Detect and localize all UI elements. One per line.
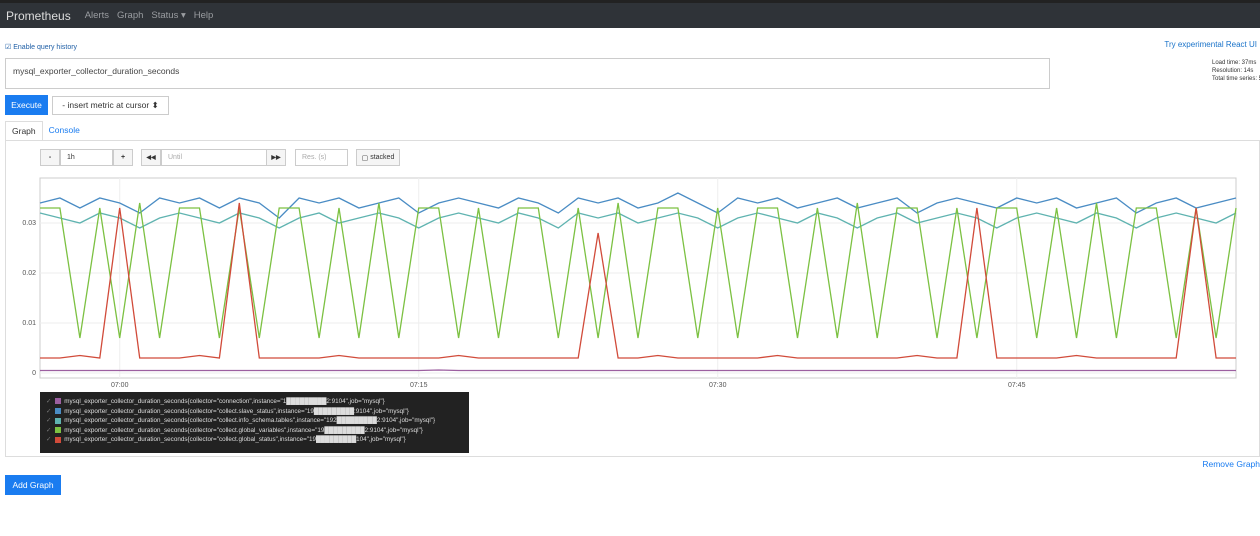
check-icon: ✓ — [46, 398, 52, 405]
nav-status[interactable]: Status ▾ — [151, 10, 185, 21]
legend-label: mysql_exporter_collector_duration_second… — [64, 398, 385, 405]
resolution-input[interactable]: Res. (s) — [295, 149, 348, 166]
y-tick-label: 0.03 — [22, 220, 36, 227]
react-ui-link[interactable]: Try experimental React UI — [1164, 40, 1257, 49]
series-swatch — [55, 436, 62, 443]
x-tick-label: 07:15 — [410, 382, 428, 389]
x-tick-label: 07:30 — [709, 382, 727, 389]
legend-item[interactable]: ✓ mysql_exporter_collector_duration_secon… — [46, 426, 463, 436]
range-increase-button[interactable]: + — [113, 149, 133, 166]
y-tick-label: 0 — [32, 370, 36, 377]
remove-graph-link[interactable]: Remove Graph — [1202, 459, 1260, 469]
check-icon: ✓ — [46, 426, 52, 434]
series-swatch — [55, 417, 62, 424]
enable-query-history[interactable]: ☑ Enable query history — [5, 43, 77, 51]
x-tick-label: 07:45 — [1008, 382, 1026, 389]
nav-alerts[interactable]: Alerts — [85, 10, 109, 21]
graph-chart: 0 0.01 0.02 0.03 07:00 07:15 07:30 07:45 — [22, 177, 1237, 389]
legend-item[interactable]: ✓ mysql_exporter_collector_duration_secon… — [46, 407, 463, 417]
series-swatch — [55, 407, 62, 414]
history-label: Enable query history — [13, 44, 78, 51]
square-icon: ▢ — [361, 154, 369, 162]
navbar: Prometheus Alerts Graph Status ▾ Help — [0, 0, 1260, 28]
nav-graph[interactable]: Graph — [117, 10, 143, 21]
legend-label: mysql_exporter_collector_duration_second… — [64, 417, 436, 425]
x-tick-label: 07:00 — [111, 382, 129, 389]
series-swatch — [55, 398, 62, 405]
stacked-label: stacked — [370, 154, 395, 161]
series-line-0 — [40, 369, 1236, 372]
series-swatch — [55, 427, 62, 434]
total-series: Total time series: 5 — [1212, 76, 1260, 82]
legend-item[interactable]: ✓ mysql_exporter_collector_duration_secon… — [46, 435, 463, 445]
tab-console[interactable]: Console — [43, 121, 86, 140]
back-button[interactable]: ◀◀ — [141, 149, 161, 166]
y-tick-label: 0.02 — [22, 270, 36, 277]
brand-link[interactable]: Prometheus — [6, 9, 71, 23]
checkbox-icon[interactable]: ☑ — [5, 44, 11, 51]
execute-button[interactable]: Execute — [5, 95, 48, 115]
nav-help[interactable]: Help — [194, 10, 214, 21]
load-time: Load time: 37ms — [1212, 60, 1257, 66]
y-tick-label: 0.01 — [22, 320, 36, 327]
legend-item[interactable]: ✓ mysql_exporter_collector_duration_secon… — [46, 416, 463, 426]
check-icon: ✓ — [46, 407, 52, 415]
stacked-button[interactable]: ▢ stacked — [356, 149, 400, 166]
legend-label: mysql_exporter_collector_duration_second… — [64, 407, 409, 415]
until-input[interactable]: Until — [161, 149, 267, 166]
add-graph-button[interactable]: Add Graph — [5, 475, 61, 495]
resolution: Resolution: 14s — [1212, 68, 1254, 74]
check-icon: ✓ — [46, 436, 52, 444]
graph-legend: ✓ mysql_exporter_collector_duration_secon… — [40, 392, 469, 453]
legend-label: mysql_exporter_collector_duration_second… — [64, 436, 406, 444]
range-input[interactable]: 1h — [60, 149, 113, 166]
range-decrease-button[interactable]: - — [40, 149, 60, 166]
legend-label: mysql_exporter_collector_duration_second… — [64, 426, 423, 434]
forward-button[interactable]: ▶▶ — [266, 149, 286, 166]
legend-item[interactable]: ✓ mysql_exporter_collector_duration_secon… — [46, 397, 463, 407]
expression-input[interactable]: mysql_exporter_collector_duration_second… — [5, 58, 1050, 89]
query-stats: Load time: 37ms Resolution: 14s Total ti… — [1212, 59, 1260, 83]
insert-metric-select[interactable]: - insert metric at cursor ⬍ — [52, 96, 169, 115]
tab-graph[interactable]: Graph — [5, 121, 43, 140]
check-icon: ✓ — [46, 417, 52, 425]
